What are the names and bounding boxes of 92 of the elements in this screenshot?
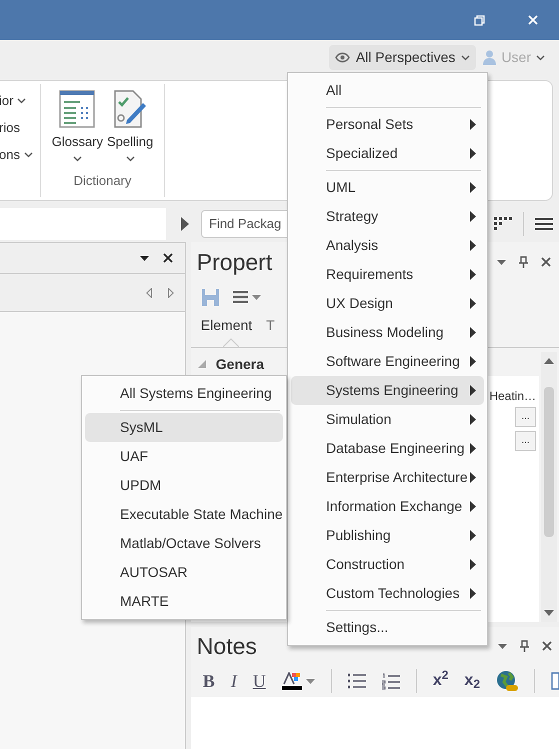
submenu-arrow-icon — [470, 148, 476, 159]
script-button[interactable]: x$^{2}$ — [432, 669, 448, 693]
ribbon-label[interactable]: rios — [0, 118, 20, 138]
close-icon[interactable] — [541, 257, 551, 267]
pin-icon[interactable] — [520, 640, 529, 652]
panel-tab[interactable]: Element — [200, 315, 252, 347]
menu-item[interactable]: UX Design — [291, 289, 484, 318]
submenu-arrow-icon — [470, 414, 476, 425]
scroll-down-icon[interactable] — [544, 610, 554, 616]
menu-item[interactable]: Simulation — [291, 405, 484, 434]
submenu-arrow-icon — [470, 119, 476, 130]
submenu-arrow-icon — [470, 588, 476, 599]
submenu-arrow-icon — [470, 356, 476, 367]
close-icon[interactable] — [162, 253, 173, 263]
property-value: Heatin… — [489, 388, 536, 405]
menu-item[interactable]: Software Engineering — [291, 347, 484, 376]
panel-tab[interactable]: T — [266, 315, 275, 347]
chevron-icon — [72, 156, 82, 162]
menu-item[interactable]: Executable State Machine — [85, 500, 283, 529]
menu-item[interactable]: Personal Sets — [291, 110, 484, 139]
menu-item[interactable]: Custom Technologies — [291, 579, 484, 608]
submenu-arrow-icon — [470, 327, 476, 338]
submenu-arrow-icon — [470, 240, 476, 251]
menu-icon[interactable] — [535, 218, 553, 230]
menu-item[interactable]: MARTE — [85, 587, 283, 616]
menu-item[interactable]: Database Engineering — [291, 434, 484, 463]
chevron-icon — [461, 54, 470, 60]
menu-item[interactable]: Matlab/Octave Solvers — [85, 529, 283, 558]
user-icon — [483, 50, 496, 65]
menu-item[interactable]: UML — [291, 173, 484, 202]
submenu-arrow-icon — [470, 298, 476, 309]
submenu-arrow-icon — [470, 530, 476, 541]
format-button[interactable]: B — [202, 668, 215, 694]
font-color-icon[interactable] — [282, 672, 302, 690]
spelling-icon — [113, 90, 148, 128]
pin-icon[interactable] — [519, 256, 528, 268]
menu-item[interactable]: All Systems Engineering — [85, 379, 283, 408]
globe-link-icon[interactable] — [496, 670, 518, 692]
restore-icon — [474, 14, 485, 26]
submenu-arrow-icon — [470, 269, 476, 280]
menu-item[interactable]: AUTOSAR — [85, 558, 283, 587]
scroll-right-icon[interactable] — [168, 288, 174, 298]
eye-icon — [334, 52, 350, 63]
menu-item[interactable]: SysML — [85, 413, 283, 442]
menu-item[interactable]: UPDM — [85, 471, 283, 500]
submenu-arrow-icon — [470, 385, 476, 396]
submenu-arrow-icon — [470, 211, 476, 222]
submenu-arrow-icon — [470, 501, 476, 512]
ribbon-button[interactable]: Spelling — [107, 90, 154, 162]
glossary-icon — [59, 90, 96, 128]
group-label: Dictionary — [74, 172, 132, 190]
ellipsis-button[interactable]: ... — [515, 407, 536, 427]
bullet-list-icon[interactable] — [348, 673, 366, 689]
numbered-list-icon[interactable] — [382, 672, 400, 690]
menu-item[interactable]: All — [291, 76, 484, 105]
submenu-arrow-icon — [470, 182, 476, 193]
menu-item[interactable]: Construction — [291, 550, 484, 579]
scroll-up-icon[interactable] — [544, 358, 554, 364]
submenu-arrow-icon — [470, 443, 476, 454]
ellipsis-button[interactable]: ... — [515, 431, 536, 451]
submenu-arrow-icon — [470, 559, 476, 570]
chevron-icon — [126, 156, 135, 162]
caret-icon[interactable] — [140, 256, 149, 260]
menu-item[interactable]: Settings... — [291, 613, 484, 642]
menu-item[interactable]: UAF — [85, 442, 283, 471]
menu-item[interactable]: Specialized — [291, 139, 484, 168]
panel-title: Notes — [196, 632, 258, 661]
menu-item[interactable]: Systems Engineering — [291, 376, 484, 405]
close-icon[interactable] — [542, 641, 552, 651]
play-icon[interactable] — [181, 216, 189, 230]
menu-item[interactable]: Enterprise Architecture — [291, 463, 484, 492]
grid-icon[interactable] — [494, 216, 512, 230]
chevron-icon — [24, 152, 33, 158]
panel-title: Propert — [196, 248, 272, 277]
ribbon-button[interactable]: Glossary — [52, 90, 104, 162]
menu-item[interactable]: Business Modeling — [291, 318, 484, 347]
format-button[interactable]: I — [230, 668, 237, 694]
scrollbar[interactable] — [541, 352, 557, 622]
ribbon-label[interactable]: ior — [0, 91, 14, 111]
chevron-icon — [17, 98, 26, 104]
format-button[interactable]: U — [252, 668, 266, 694]
document-icon[interactable] — [551, 672, 559, 690]
chevron-icon — [536, 54, 545, 60]
menu-item[interactable]: Publishing — [291, 521, 484, 550]
menu-item[interactable]: Requirements — [291, 260, 484, 289]
script-button[interactable]: x$_{2}$ — [464, 669, 480, 693]
scroll-left-icon[interactable] — [146, 288, 152, 298]
perspective-button[interactable]: All Perspectives — [328, 45, 476, 70]
section-title: Genera — [216, 354, 264, 374]
list-icon[interactable] — [232, 291, 248, 303]
menu-item[interactable]: Information Exchange — [291, 492, 484, 521]
submenu-arrow-icon — [470, 472, 476, 483]
